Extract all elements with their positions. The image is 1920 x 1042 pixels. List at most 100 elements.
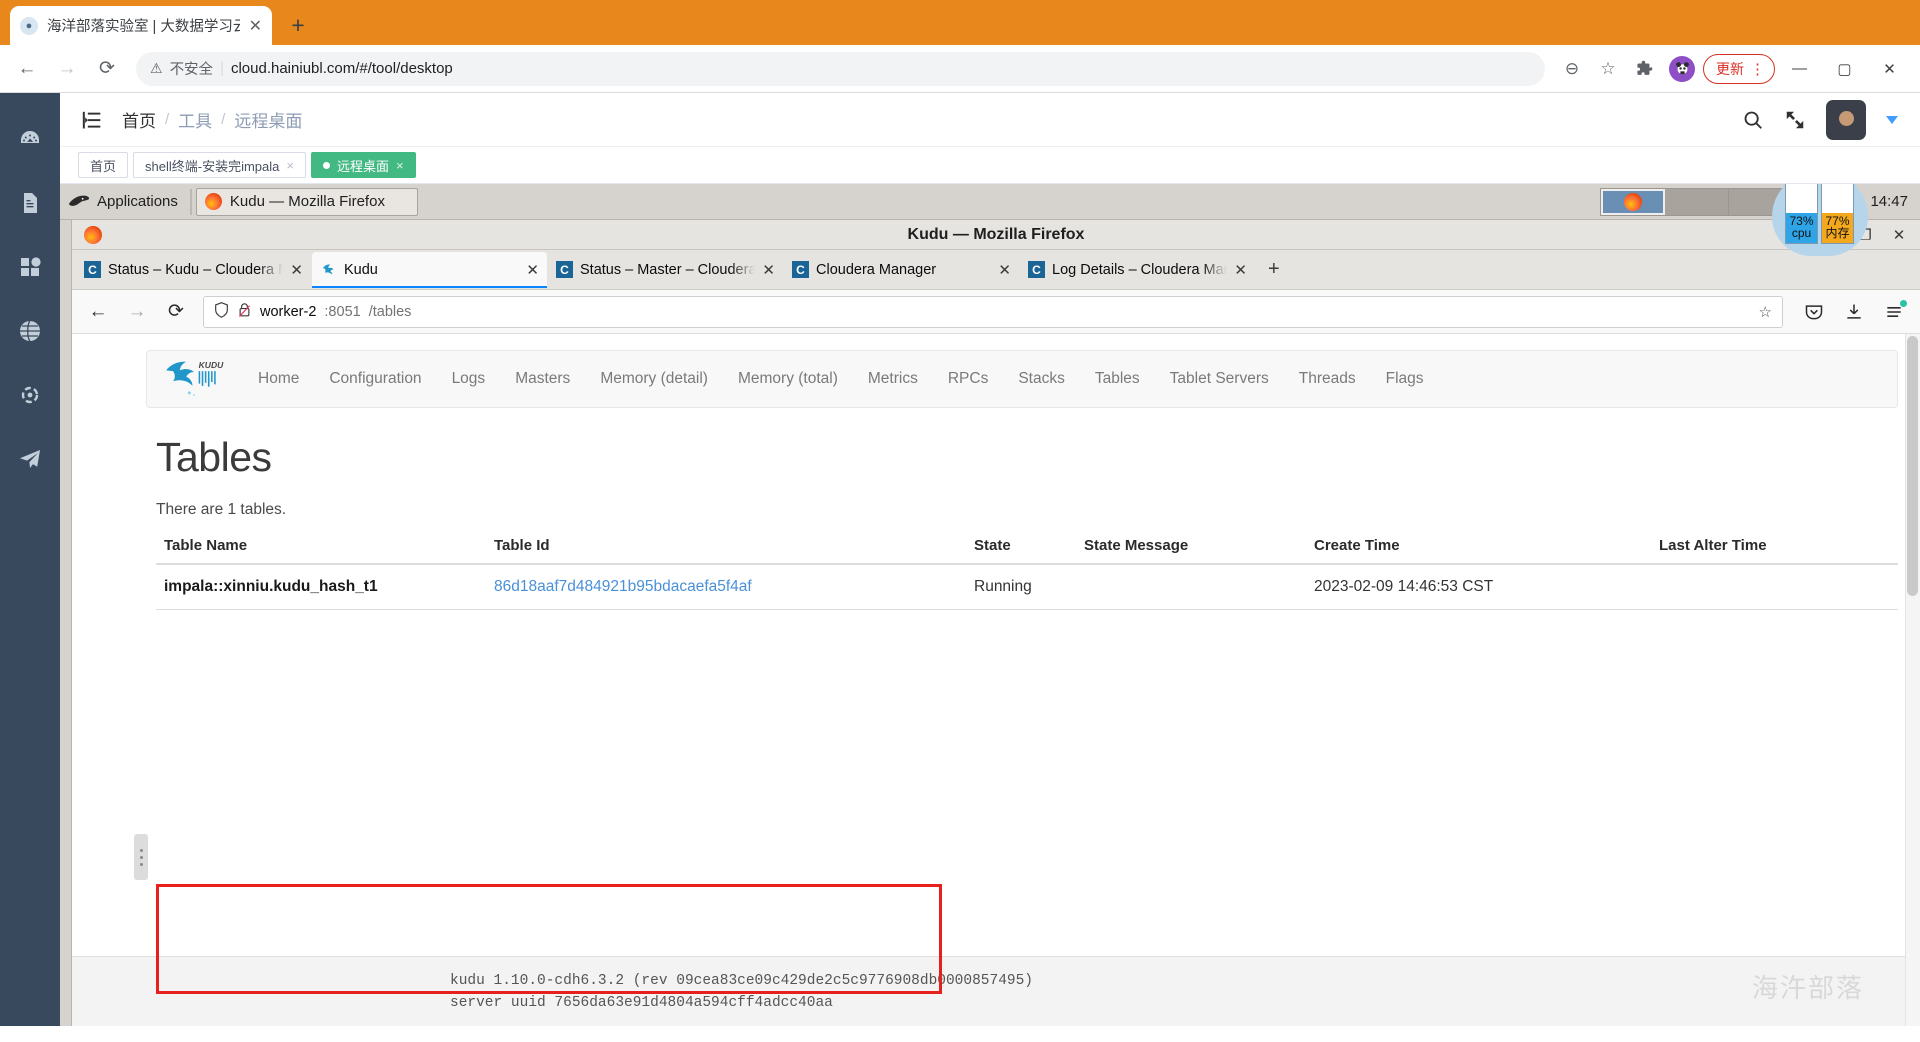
bookmark-star-icon[interactable]: ☆ — [1591, 52, 1625, 86]
window-controls: — ▢ ✕ — [1777, 46, 1912, 91]
reload-icon[interactable]: ⟳ — [158, 295, 194, 329]
firefox-tab-status-master[interactable]: C Status – Master – Cloudera ✕ — [548, 252, 783, 288]
kudu-nav-configuration[interactable]: Configuration — [316, 370, 434, 388]
app-header: 首页 / 工具 / 远程桌面 — [60, 93, 1920, 147]
kudu-nav-threads[interactable]: Threads — [1286, 370, 1369, 388]
table-row: impala::xinniu.kudu_hash_t1 86d18aaf7d48… — [156, 564, 1898, 610]
breadcrumb-item-tools[interactable]: 工具 — [178, 107, 212, 132]
update-button[interactable]: 更新 ⋮ — [1703, 53, 1775, 84]
close-icon[interactable]: ✕ — [290, 261, 303, 279]
firefox-new-tab-button[interactable]: + — [1256, 258, 1292, 281]
paper-plane-icon[interactable] — [18, 447, 42, 471]
forward-icon[interactable]: → — [119, 295, 155, 329]
close-icon[interactable]: ✕ — [526, 261, 539, 279]
close-window-button[interactable]: ✕ — [1867, 46, 1912, 91]
breadcrumb-item-home[interactable]: 首页 — [122, 107, 156, 132]
cell-state-message — [1076, 564, 1306, 610]
extensions-icon[interactable] — [1627, 52, 1661, 86]
grid-icon[interactable] — [18, 255, 42, 279]
close-icon[interactable]: × — [396, 158, 404, 173]
kudu-nav-metrics[interactable]: Metrics — [855, 370, 931, 388]
breadcrumb-separator: / — [165, 111, 170, 128]
page-scrollbar[interactable] — [1905, 334, 1920, 1026]
url-text: cloud.hainiubl.com/#/tool/desktop — [230, 60, 453, 77]
column-create-time[interactable]: Create Time — [1306, 537, 1651, 565]
kudu-nav-rpcs[interactable]: RPCs — [935, 370, 1001, 388]
firefox-tab-status-kudu[interactable]: C Status – Kudu – Cloudera M ✕ — [76, 252, 311, 288]
cloudera-icon: C — [1028, 261, 1045, 278]
tab-home[interactable]: 首页 — [78, 152, 129, 178]
kudu-nav-logs[interactable]: Logs — [439, 370, 499, 388]
kudu-nav-flags[interactable]: Flags — [1373, 370, 1437, 388]
chrome-tab[interactable]: ● 海洋部落实验室 | 大数据学习云环 ✕ — [10, 6, 272, 45]
firefox-tab-log-details[interactable]: C Log Details – Cloudera Mana ✕ — [1020, 252, 1255, 288]
taskbar-window-button[interactable]: Kudu — Mozilla Firefox — [195, 187, 418, 216]
workspace-1[interactable] — [1601, 188, 1666, 215]
address-bar[interactable]: ⚠ 不安全 | cloud.hainiubl.com/#/tool/deskto… — [136, 51, 1545, 86]
restore-button[interactable]: ❐ — [1850, 222, 1880, 248]
footer-uuid: server uuid 7656da63e91d4804a594cff4adcc… — [450, 994, 833, 1011]
zoom-out-icon[interactable]: ⊖ — [1555, 52, 1589, 86]
collapse-menu-icon[interactable] — [82, 111, 102, 129]
kudu-nav-masters[interactable]: Masters — [502, 370, 583, 388]
reload-icon[interactable]: ⟳ — [88, 50, 126, 88]
chrome-menu-icon[interactable]: ⋮ — [1750, 60, 1765, 78]
applications-menu[interactable]: Applications — [64, 193, 186, 210]
user-avatar[interactable] — [1826, 99, 1866, 140]
fullscreen-icon[interactable] — [1784, 109, 1806, 131]
kudu-nav-memory-total[interactable]: Memory (total) — [725, 370, 851, 388]
kudu-nav-home[interactable]: Home — [245, 370, 312, 388]
chevron-down-icon[interactable] — [1886, 115, 1898, 124]
globe-icon[interactable] — [18, 319, 42, 343]
gauge-icon[interactable] — [18, 127, 42, 151]
kudu-nav-memory-detail[interactable]: Memory (detail) — [587, 370, 721, 388]
tab-shell-terminal[interactable]: shell终端-安装完impala × — [133, 152, 306, 178]
kudu-nav-stacks[interactable]: Stacks — [1005, 370, 1078, 388]
lock-broken-icon[interactable] — [237, 302, 252, 322]
search-icon[interactable] — [1742, 109, 1764, 131]
cell-table-name: impala::xinniu.kudu_hash_t1 — [156, 564, 486, 610]
close-icon[interactable]: ✕ — [249, 16, 262, 36]
back-icon[interactable]: ← — [8, 50, 46, 88]
column-state[interactable]: State — [966, 537, 1076, 565]
tab-remote-desktop[interactable]: 远程桌面 × — [310, 152, 416, 178]
hamburger-icon[interactable] — [1876, 295, 1912, 329]
sidebar-drag-handle[interactable] — [134, 834, 148, 880]
close-button[interactable]: ✕ — [1884, 222, 1914, 248]
column-state-message[interactable]: State Message — [1076, 537, 1306, 565]
bookmark-star-icon[interactable]: ☆ — [1759, 303, 1772, 321]
firefox-address-bar[interactable]: worker-2:8051/tables ☆ — [203, 295, 1783, 328]
target-icon[interactable] — [18, 383, 42, 407]
close-icon[interactable]: ✕ — [1234, 261, 1247, 279]
close-icon[interactable]: × — [286, 158, 294, 173]
scrollbar-thumb[interactable] — [1907, 336, 1918, 596]
column-last-alter-time[interactable]: Last Alter Time — [1651, 537, 1898, 565]
pocket-icon[interactable] — [1796, 295, 1832, 329]
maximize-button[interactable]: ▢ — [1822, 46, 1867, 91]
profile-avatar[interactable] — [1669, 55, 1695, 82]
column-table-id[interactable]: Table Id — [486, 537, 966, 565]
close-icon[interactable]: ✕ — [762, 261, 775, 279]
table-id-link[interactable]: 86d18aaf7d484921b95bdacaefa5f4af — [494, 578, 752, 595]
firefox-titlebar[interactable]: Kudu — Mozilla Firefox ❐ ✕ — [72, 220, 1920, 250]
firefox-tab-kudu[interactable]: Kudu ✕ — [312, 251, 547, 288]
kudu-nav-tables[interactable]: Tables — [1082, 370, 1153, 388]
kudu-logo[interactable]: KUDU — [163, 358, 225, 400]
breadcrumb-item-remote-desktop[interactable]: 远程桌面 — [234, 107, 302, 132]
workspace-4[interactable] — [1793, 188, 1858, 215]
download-icon[interactable] — [1836, 295, 1872, 329]
back-icon[interactable]: ← — [80, 295, 116, 329]
workspace-3[interactable] — [1729, 188, 1794, 215]
new-tab-button[interactable]: + — [282, 10, 314, 42]
firefox-tab-cloudera-manager[interactable]: C Cloudera Manager ✕ — [784, 252, 1019, 288]
kudu-nav-tablet-servers[interactable]: Tablet Servers — [1157, 370, 1282, 388]
close-icon[interactable]: ✕ — [998, 261, 1011, 279]
workspace-2[interactable] — [1665, 188, 1730, 215]
remote-desktop-viewport[interactable]: Applications Kudu — Mozilla Firefox 14:4… — [60, 184, 1920, 1026]
forward-icon[interactable]: → — [48, 50, 86, 88]
shield-icon[interactable] — [214, 301, 229, 322]
workspace-switcher[interactable] — [1600, 187, 1859, 216]
column-table-name[interactable]: Table Name — [156, 537, 486, 565]
minimize-button[interactable]: — — [1777, 46, 1822, 91]
document-icon[interactable] — [18, 191, 42, 215]
